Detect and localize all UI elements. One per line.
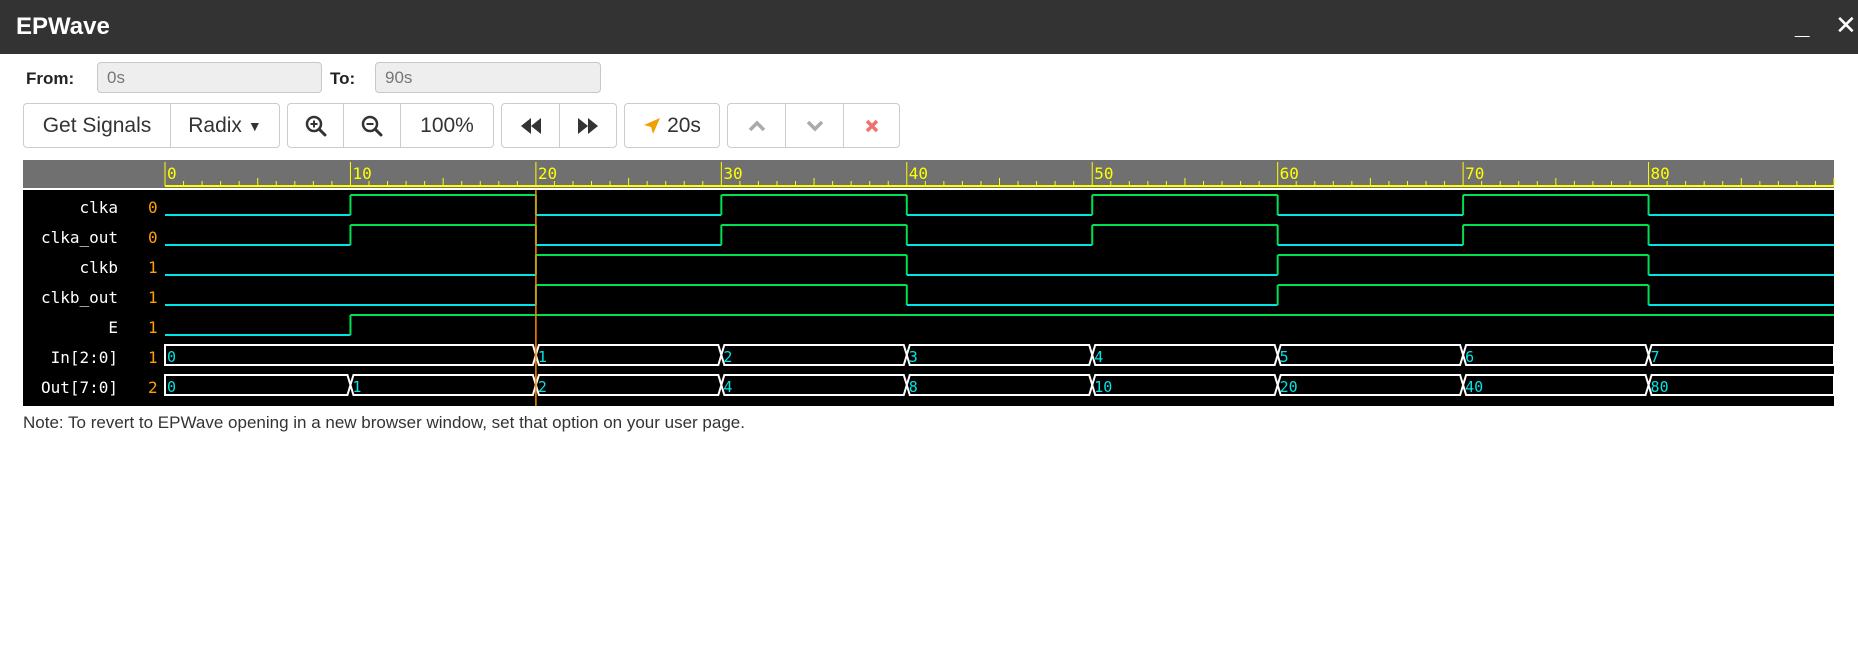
zoom-in-icon [305, 115, 326, 136]
signal-value: 1 [148, 288, 158, 307]
to-field[interactable]: 90s [375, 62, 601, 93]
signal-name[interactable]: clkb_out [41, 288, 118, 307]
signal-edit-group [727, 103, 900, 148]
chevron-up-icon [748, 120, 765, 131]
bus-value: 1 [538, 348, 547, 366]
signal-name[interactable]: Out[7:0] [41, 378, 118, 397]
from-label: From: [26, 69, 75, 88]
signal-name[interactable]: clka_out [41, 228, 118, 247]
cursor-time-button[interactable]: 20s [625, 104, 719, 147]
bus-value: 7 [1651, 348, 1660, 366]
bus-value: 2 [723, 348, 732, 366]
bus-value: 4 [723, 378, 732, 396]
fast-forward-icon [578, 117, 598, 134]
ruler-tick-label: 10 [352, 164, 371, 183]
move-down-button[interactable] [786, 104, 844, 147]
step-back-button[interactable] [502, 104, 560, 147]
zoom-group: 100% [287, 103, 494, 148]
from-field[interactable]: 0s [97, 62, 322, 93]
navigate-group [501, 103, 617, 148]
ruler-tick-label: 60 [1280, 164, 1299, 183]
bus-value: 5 [1280, 348, 1289, 366]
fast-backward-icon [520, 117, 541, 134]
signal-name[interactable]: clka [79, 198, 118, 217]
ruler-tick-label: 50 [1094, 164, 1113, 183]
zoom-in-button[interactable] [288, 104, 344, 147]
bus-value: 2 [538, 378, 547, 396]
bus-value: 0 [167, 348, 176, 366]
bus-value: 6 [1465, 348, 1474, 366]
bus-value: 4 [1094, 348, 1103, 366]
signal-value: 2 [148, 378, 158, 397]
step-forward-button[interactable] [560, 104, 616, 147]
cursor-time-label: 20s [667, 113, 701, 137]
wave-background [23, 190, 1834, 406]
ruler-tick-label: 30 [723, 164, 742, 183]
ruler-tick-label: 0 [167, 164, 177, 183]
remove-icon [865, 119, 878, 132]
bus-value: 80 [1651, 378, 1669, 396]
signal-value: 1 [148, 258, 158, 277]
signal-name[interactable]: clkb [79, 258, 118, 277]
bus-value: 1 [352, 378, 361, 396]
cursor-group: 20s [624, 103, 720, 148]
window-title: EPWave [16, 13, 110, 40]
get-signals-button[interactable]: Get Signals [24, 104, 171, 147]
zoom-level[interactable]: 100% [401, 104, 493, 147]
to-label: To: [330, 69, 356, 88]
radix-label: Radix [188, 113, 242, 137]
signal-name[interactable]: In[2:0] [51, 348, 118, 367]
waveform-viewer[interactable]: 0 10 20 30 40 50 60 70 80clka 0clka_out 0clkb 1clkb… [0, 158, 1858, 406]
close-icon[interactable]: ✕ [1835, 12, 1857, 38]
location-arrow-icon [644, 117, 661, 134]
ruler-tick-label: 20 [538, 164, 557, 183]
title-bar: EPWave _ ✕ [0, 0, 1858, 54]
zoom-out-button[interactable] [344, 104, 401, 147]
move-up-button[interactable] [728, 104, 786, 147]
signal-value: 0 [148, 198, 158, 217]
bus-value: 20 [1280, 378, 1298, 396]
ruler-tick-label: 80 [1651, 164, 1670, 183]
signal-name[interactable]: E [108, 318, 118, 337]
bus-value: 3 [909, 348, 918, 366]
radix-button[interactable]: Radix ▼ [171, 104, 279, 147]
note-text: Note: To revert to EPWave opening in a n… [23, 413, 745, 432]
zoom-out-icon [361, 115, 383, 136]
chevron-down-icon [806, 120, 823, 131]
bus-value: 8 [909, 378, 918, 396]
remove-signal-button[interactable] [844, 104, 899, 147]
bus-value: 10 [1094, 378, 1112, 396]
signal-value: 0 [148, 228, 158, 247]
ruler-tick-label: 70 [1465, 164, 1484, 183]
signal-value: 1 [148, 348, 158, 367]
signal-value: 1 [148, 318, 158, 337]
minimize-icon[interactable]: _ [1795, 12, 1809, 38]
bus-value: 0 [167, 378, 176, 396]
caret-down-icon: ▼ [247, 117, 262, 134]
ruler-tick-label: 40 [909, 164, 928, 183]
bus-value: 40 [1465, 378, 1483, 396]
signals-group: Get Signals Radix ▼ [23, 103, 280, 148]
